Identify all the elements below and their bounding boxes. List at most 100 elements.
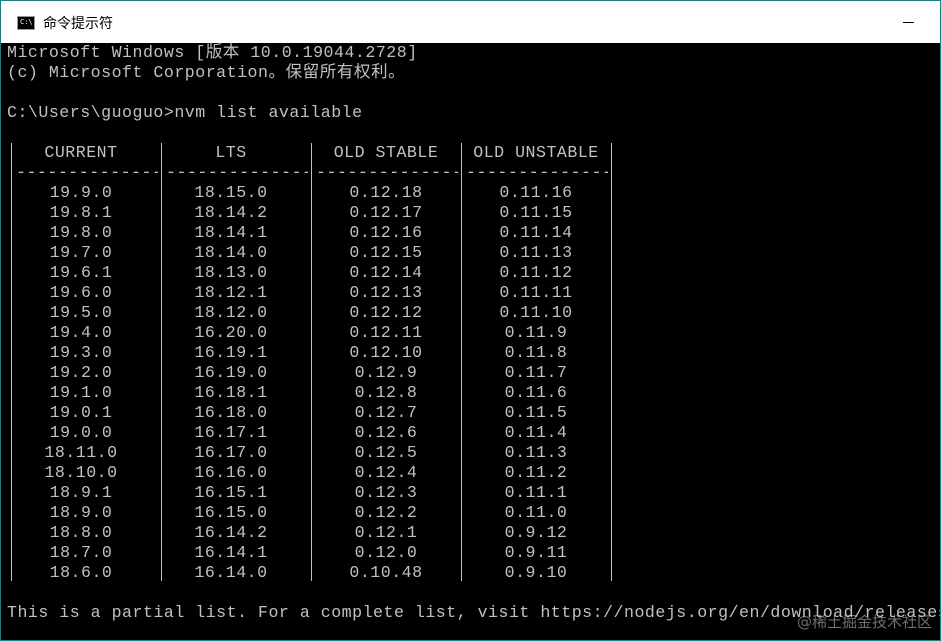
table-cell: 16.20.0 bbox=[194, 323, 268, 342]
table-cell: 16.19.1 bbox=[194, 343, 268, 362]
window-title: 命令提示符 bbox=[43, 16, 113, 32]
table-cell: 0.12.5 bbox=[354, 443, 418, 462]
table-cell: 18.9.0 bbox=[49, 503, 113, 522]
table-cell: 0.12.13 bbox=[349, 283, 423, 302]
table-cell: 0.11.2 bbox=[504, 463, 568, 482]
table-cell: 18.12.1 bbox=[194, 283, 268, 302]
table-cell: 0.12.17 bbox=[349, 203, 423, 222]
table-cell: 16.17.0 bbox=[194, 443, 268, 462]
table-cell: 0.11.5 bbox=[504, 403, 568, 422]
table-cell: 0.12.4 bbox=[354, 463, 418, 482]
table-cell: 19.4.0 bbox=[49, 323, 113, 342]
table-cell: 0.12.15 bbox=[349, 243, 423, 262]
table-header-underline: -------------- bbox=[466, 163, 608, 182]
table-cell: 0.12.12 bbox=[349, 303, 423, 322]
table-cell: 0.10.48 bbox=[349, 563, 423, 582]
table-cell: 0.12.6 bbox=[354, 423, 418, 442]
command-prompt-window[interactable]: C:\ 命令提示符 Microsoft Windows [版本 10.0.190… bbox=[0, 0, 941, 641]
table-cell: 18.9.1 bbox=[49, 483, 113, 502]
table-cell: 0.9.11 bbox=[504, 543, 568, 562]
table-cell: 16.14.1 bbox=[194, 543, 268, 562]
minimize-button[interactable] bbox=[881, 1, 940, 43]
table-cell: 16.14.0 bbox=[194, 563, 268, 582]
table-header-old-unstable: OLD UNSTABLE bbox=[473, 143, 599, 162]
table-cell: 0.11.12 bbox=[499, 263, 573, 282]
table-cell: 16.18.1 bbox=[194, 383, 268, 402]
table-cell: 0.12.8 bbox=[354, 383, 418, 402]
table-header-lts: LTS bbox=[215, 143, 247, 162]
table-cell: 19.0.1 bbox=[49, 403, 113, 422]
table-cell: 19.2.0 bbox=[49, 363, 113, 382]
table-cell: 0.12.11 bbox=[349, 323, 423, 342]
table-cell: 19.6.0 bbox=[49, 283, 113, 302]
table-cell: 0.12.9 bbox=[354, 363, 418, 382]
table-cell: 19.9.0 bbox=[49, 183, 113, 202]
table-header-underline: -------------- bbox=[166, 163, 308, 182]
table-cell: 0.12.16 bbox=[349, 223, 423, 242]
table-cell: 0.12.7 bbox=[354, 403, 418, 422]
table-cell: 18.11.0 bbox=[44, 443, 118, 462]
table-cell: 16.16.0 bbox=[194, 463, 268, 482]
table-cell: 0.12.3 bbox=[354, 483, 418, 502]
table-cell: 0.9.12 bbox=[504, 523, 568, 542]
table-cell: 18.13.0 bbox=[194, 263, 268, 282]
watermark: @稀土掘金技术社区 bbox=[796, 613, 932, 631]
table-cell: 18.8.0 bbox=[49, 523, 113, 542]
table-header-underline: -------------- bbox=[16, 163, 158, 182]
table-cell: 19.7.0 bbox=[49, 243, 113, 262]
table-cell: 18.14.2 bbox=[194, 203, 268, 222]
table-cell: 0.12.10 bbox=[349, 343, 423, 362]
table-header-underline: -------------- bbox=[316, 163, 458, 182]
table-cell: 0.11.0 bbox=[504, 503, 568, 522]
table-cell: 16.14.2 bbox=[194, 523, 268, 542]
table-cell: 19.8.0 bbox=[49, 223, 113, 242]
table-cell: 18.12.0 bbox=[194, 303, 268, 322]
table-cell: 19.5.0 bbox=[49, 303, 113, 322]
table-cell: 0.11.9 bbox=[504, 323, 568, 342]
command-line: C:\Users\guoguo>nvm list available bbox=[7, 103, 363, 122]
table-cell: 16.15.1 bbox=[194, 483, 268, 502]
table-cell: 19.1.0 bbox=[49, 383, 113, 402]
table-cell: 0.11.1 bbox=[504, 483, 568, 502]
table-cell: 0.12.2 bbox=[354, 503, 418, 522]
table-cell: 18.15.0 bbox=[194, 183, 268, 202]
table-cell: 0.12.14 bbox=[349, 263, 423, 282]
table-cell: 0.11.14 bbox=[499, 223, 573, 242]
table-column-separator bbox=[461, 143, 462, 581]
table-column-separator bbox=[311, 143, 312, 581]
table-cell: 0.11.3 bbox=[504, 443, 568, 462]
table-cell: 19.6.1 bbox=[49, 263, 113, 282]
table-cell: 18.7.0 bbox=[49, 543, 113, 562]
title-bar[interactable]: C:\ 命令提示符 bbox=[1, 1, 940, 43]
console-line: Microsoft Windows [版本 10.0.19044.2728] bbox=[7, 43, 418, 62]
table-header-current: CURRENT bbox=[44, 143, 118, 162]
table-cell: 0.11.11 bbox=[499, 283, 573, 302]
table-cell: 0.11.6 bbox=[504, 383, 568, 402]
table-cell: 0.11.7 bbox=[504, 363, 568, 382]
table-cell: 0.11.8 bbox=[504, 343, 568, 362]
table-cell: 16.17.1 bbox=[194, 423, 268, 442]
table-cell: 0.12.18 bbox=[349, 183, 423, 202]
table-cell: 18.6.0 bbox=[49, 563, 113, 582]
table-cell: 19.0.0 bbox=[49, 423, 113, 442]
table-cell: 19.3.0 bbox=[49, 343, 113, 362]
table-cell: 0.11.13 bbox=[499, 243, 573, 262]
minimize-icon bbox=[903, 22, 914, 23]
table-cell: 0.12.0 bbox=[354, 543, 418, 562]
table-cell: 16.18.0 bbox=[194, 403, 268, 422]
console-output[interactable]: Microsoft Windows [版本 10.0.19044.2728] (… bbox=[1, 43, 940, 640]
table-cell: 0.11.16 bbox=[499, 183, 573, 202]
table-cell: 16.15.0 bbox=[194, 503, 268, 522]
table-cell: 18.14.0 bbox=[194, 243, 268, 262]
table-cell: 0.11.10 bbox=[499, 303, 573, 322]
table-column-separator bbox=[611, 143, 612, 581]
table-cell: 0.12.1 bbox=[354, 523, 418, 542]
table-cell: 0.11.4 bbox=[504, 423, 568, 442]
table-header-old-stable: OLD STABLE bbox=[333, 143, 439, 162]
table-cell: 0.11.15 bbox=[499, 203, 573, 222]
table-cell: 0.9.10 bbox=[504, 563, 568, 582]
table-cell: 18.14.1 bbox=[194, 223, 268, 242]
table-cell: 18.10.0 bbox=[44, 463, 118, 482]
cmd-icon-glyph: C:\ bbox=[20, 18, 33, 26]
table-cell: 19.8.1 bbox=[49, 203, 113, 222]
